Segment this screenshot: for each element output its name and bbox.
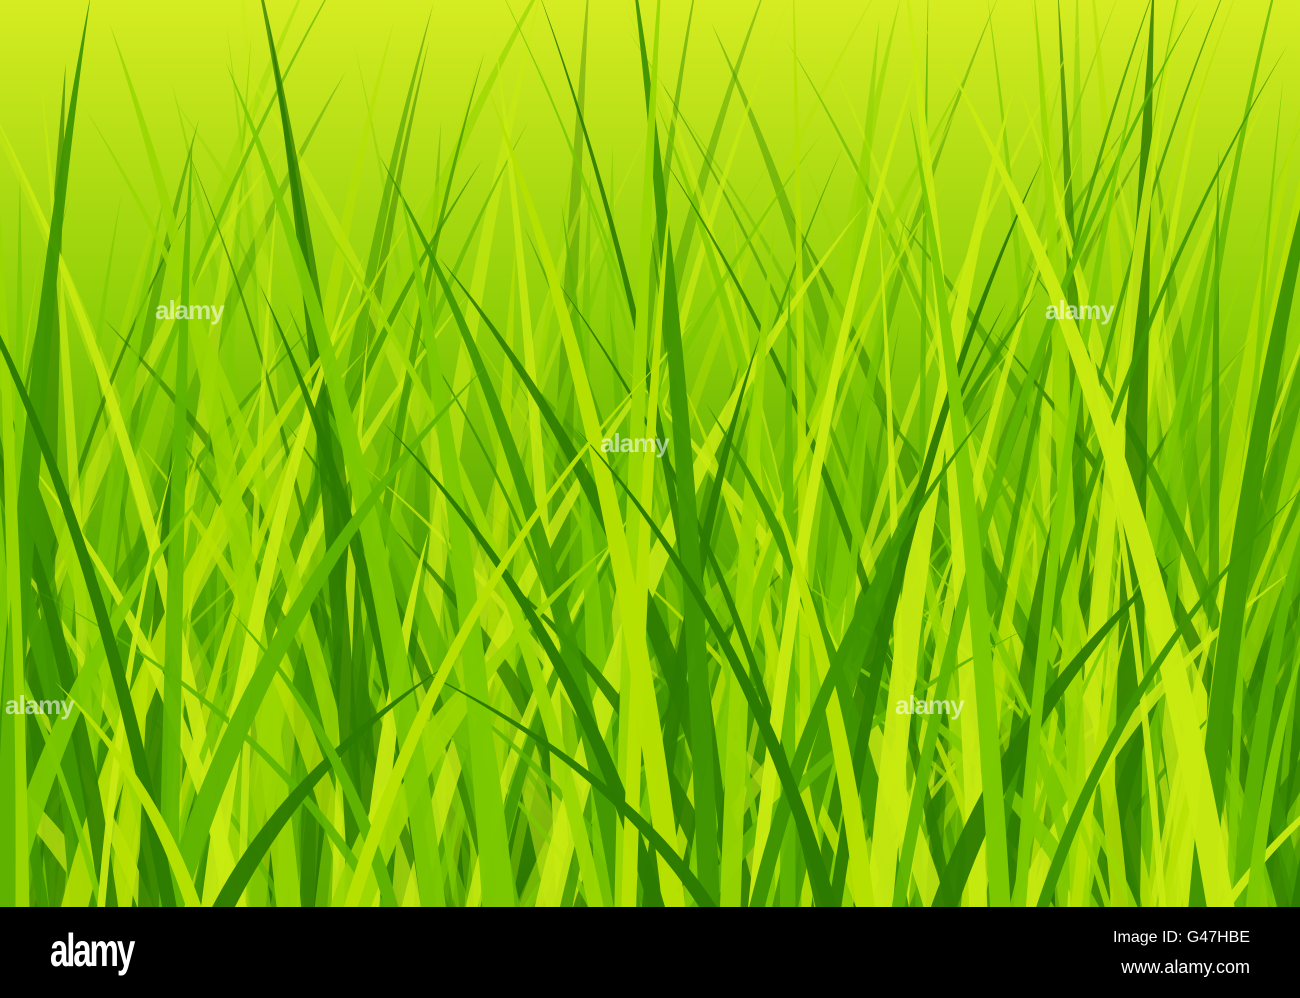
watermark: alamy (895, 690, 965, 720)
site-url: www.alamy.com (1121, 957, 1250, 977)
footer-bar: alamy Image ID: G47HBE www.alamy.com (0, 907, 1300, 998)
watermark: alamy (5, 690, 75, 720)
watermark: alamy (600, 428, 670, 458)
watermark: alamy (1045, 295, 1115, 325)
image-id: Image ID: G47HBE (1113, 929, 1250, 946)
watermark: alamy (155, 295, 225, 325)
alamy-logo: alamy (50, 924, 135, 976)
